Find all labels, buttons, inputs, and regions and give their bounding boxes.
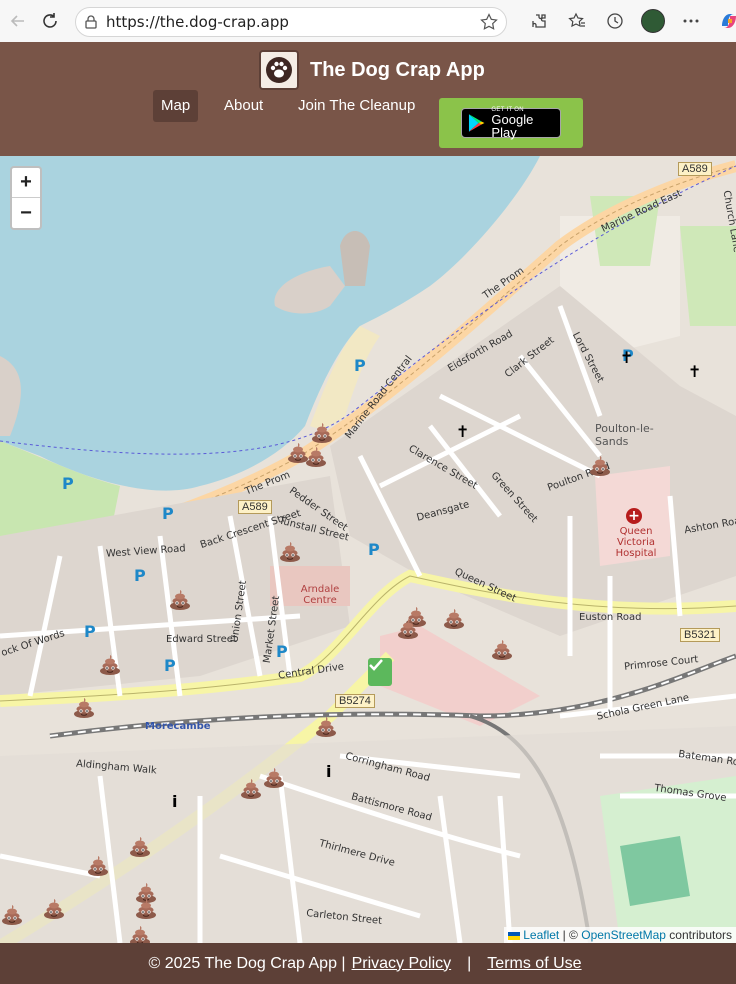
play-badge-big-text: Google Play [491,112,534,140]
church-icon: ✝ [620,348,634,367]
google-play-icon [468,114,485,132]
parking-icon: P [162,504,174,523]
footer-separator: | [467,954,472,972]
parking-icon: P [354,356,366,375]
poop-marker-icon[interactable] [168,587,192,611]
copilot-icon[interactable] [710,6,736,36]
zoom-in-button[interactable]: + [12,168,40,198]
url-text: https://the.dog-crap.app [106,13,289,31]
poop-marker-icon[interactable] [72,695,96,719]
poop-marker-icon[interactable] [134,896,158,920]
poop-marker-icon[interactable] [314,714,338,738]
app-title: The Dog Crap App [310,59,485,81]
poop-marker-icon[interactable] [490,637,514,661]
map-label: B5321 [680,628,720,642]
poop-marker-icon[interactable] [128,923,152,943]
map-label: Poulton-le-Sands [595,422,654,448]
app-logo[interactable] [259,50,299,90]
poop-marker-icon[interactable] [396,616,420,640]
poop-marker-icon[interactable] [310,420,334,444]
parking-icon: P [62,474,74,493]
address-bar[interactable]: https://the.dog-crap.app [75,7,507,37]
poop-marker-icon[interactable] [42,896,66,920]
check-icon [369,659,383,671]
paw-icon [266,57,292,83]
more-menu-icon[interactable] [672,6,710,36]
map-label: A589 [678,162,712,176]
map-label: Edward Street [166,634,237,645]
attribution-sep: | © [562,928,578,942]
privacy-policy-link[interactable]: Privacy Policy [352,955,452,973]
parking-icon: P [84,622,96,641]
poop-marker-icon[interactable] [0,902,24,926]
lock-icon [76,15,106,29]
parking-icon: P [276,642,288,661]
parking-icon: P [368,540,380,559]
google-play-badge: GET IT ON Google Play [461,107,561,140]
poop-marker-icon[interactable] [278,539,302,563]
info-icon: i [326,762,332,781]
poop-marker-icon[interactable] [442,606,466,630]
poop-marker-icon[interactable] [98,652,122,676]
hospital-icon: + [626,508,642,524]
map-attribution: Leaflet | © OpenStreetMap contributors [503,927,736,943]
map-label: Arndale Centre [300,584,340,606]
nav-map[interactable]: Map [153,90,199,122]
browser-toolbar: https://the.dog-crap.app [0,0,736,42]
terms-of-use-link[interactable]: Terms of Use [487,955,581,973]
reload-icon[interactable] [36,7,64,35]
leaflet-flag-icon [507,931,520,940]
zoom-control: + − [10,166,42,230]
back-icon[interactable] [4,7,32,35]
favorites-icon[interactable] [558,6,596,36]
church-icon: ✝ [688,362,702,381]
poop-marker-icon[interactable] [262,765,286,789]
zoom-out-button[interactable]: − [12,198,40,228]
app-header: The Dog Crap App Map About Join The Clea… [0,42,736,156]
poop-marker-icon[interactable] [588,453,612,477]
history-icon[interactable] [596,6,634,36]
nav-about[interactable]: About [216,90,271,122]
poop-marker-icon[interactable] [128,834,152,858]
leaflet-link[interactable]: Leaflet [523,928,559,942]
page-footer: © 2025 The Dog Crap App | Privacy Policy… [0,943,736,984]
map-label: Queen Victoria Hospital [615,526,657,559]
parking-icon: P [134,566,146,585]
poop-marker-icon[interactable] [86,853,110,877]
profile-avatar[interactable] [634,6,672,36]
toolbar-icons [520,6,736,36]
map-label: B5274 [335,694,375,708]
favorite-star-icon[interactable] [480,13,498,36]
extensions-icon[interactable] [520,6,558,36]
map-label: A589 [238,500,272,514]
parking-icon: P [164,656,176,675]
osm-link[interactable]: OpenStreetMap [581,928,666,942]
poop-marker-icon[interactable] [304,444,328,468]
poop-marker-icon[interactable] [239,776,263,800]
nav-join-the-cleanup[interactable]: Join The Cleanup [290,90,423,122]
info-icon: i [172,792,178,811]
church-icon: ✝ [456,422,470,441]
google-play-button[interactable]: GET IT ON Google Play [439,98,583,148]
cleaned-check-marker[interactable] [368,658,392,686]
attribution-suffix: contributors [669,928,732,942]
footer-copyright: © 2025 The Dog Crap App | [148,954,346,972]
map-view[interactable]: + − A589 A589 B5274 B5321 Marine Road Ea… [0,156,736,943]
map-label: Euston Road [579,612,642,623]
map-label: Morecambe [145,721,211,732]
